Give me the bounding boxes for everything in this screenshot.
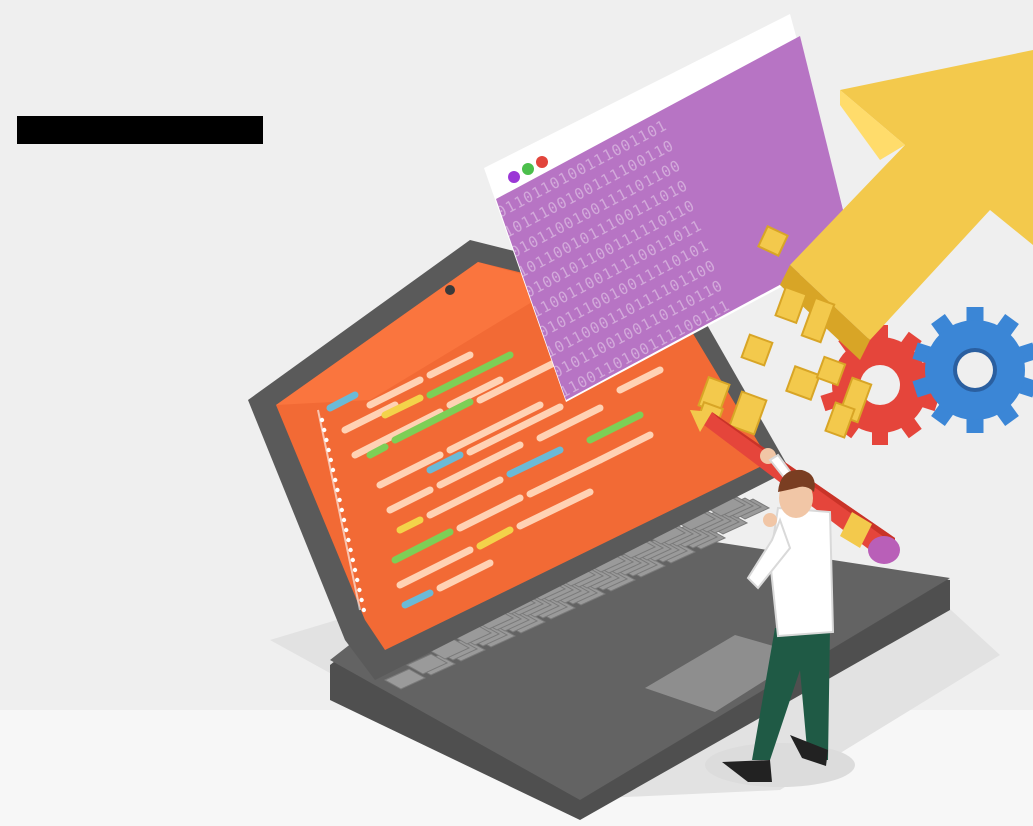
gutter-dot [324, 437, 329, 443]
window-dot-green-icon [522, 163, 534, 175]
gutter-dot [330, 467, 336, 473]
gutter-dot [346, 537, 351, 543]
gutter-dot [357, 587, 362, 593]
gutter-dot [355, 577, 360, 583]
gutter-dot [328, 457, 333, 463]
blue-gear-icon [912, 307, 1033, 433]
gutter-dot [335, 487, 340, 493]
gutter-dot [339, 507, 344, 513]
gutter-dot [322, 427, 327, 433]
gutter-dot [359, 597, 364, 603]
gutter-dot [361, 607, 366, 613]
gutter-dot [337, 497, 342, 503]
gutter-dot [319, 417, 325, 423]
gutter-dot [341, 517, 347, 523]
window-dot-purple-icon [508, 171, 520, 183]
redaction-bar [17, 116, 263, 144]
gutter-dot [348, 547, 353, 553]
gutter-dot [352, 567, 358, 573]
gutter-dot [333, 477, 338, 483]
gutter-dot [350, 557, 355, 563]
window-dot-red-icon [536, 156, 548, 168]
gutter-dot [344, 527, 349, 533]
gutter-dot [326, 447, 331, 453]
camera-icon [445, 285, 455, 295]
